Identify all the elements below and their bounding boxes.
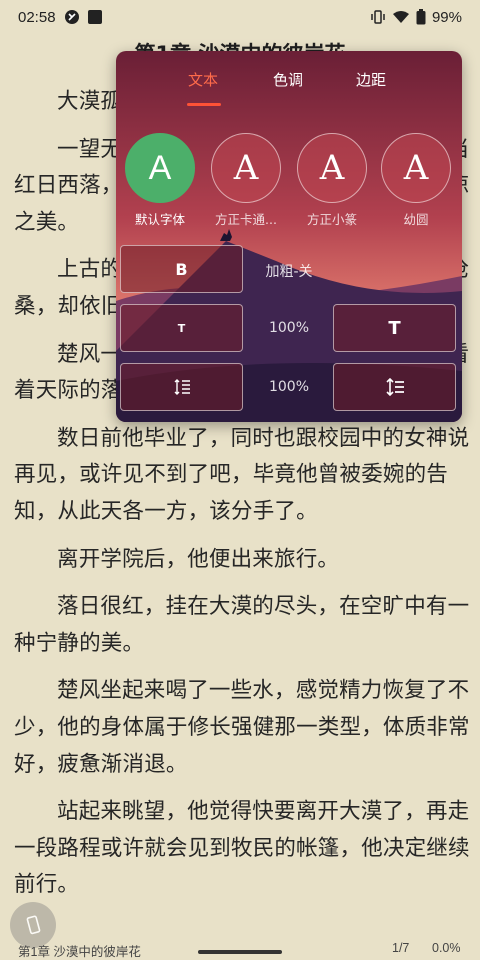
font-preview-seal: A [297, 133, 367, 203]
app-notification-icon [64, 10, 79, 24]
status-time: 02:58 [18, 8, 56, 26]
font-preview-default: A [125, 133, 195, 203]
wifi-icon [392, 11, 409, 23]
paragraph: 站起来眺望，他觉得快要离开大漠了，再走一段路程或许就会见到牧民的帐篷，他决定继续… [14, 799, 470, 898]
increase-line-spacing-button[interactable] [333, 363, 456, 411]
font-option-default[interactable]: A 默认字体 [124, 133, 196, 228]
font-preview-cartoon: A [211, 133, 281, 203]
paragraph: 数日前他毕业了，同时也跟校园中的女神说再见，或许见不到了吧，毕竟他曾被委婉的告知… [14, 425, 470, 524]
footer-chapter: 第1章 沙漠中的彼岸花 [18, 945, 141, 959]
line-spacing-decrease-icon [174, 379, 190, 395]
battery-icon [416, 9, 426, 25]
tab-margin[interactable]: 边距 [356, 69, 386, 90]
decrease-line-spacing-button[interactable] [120, 363, 243, 411]
text-size-value: 100% [268, 320, 310, 336]
paragraph: 落日很红，挂在大漠的尽头，在空旷中有一种宁静的美。 [14, 594, 470, 656]
tab-text[interactable]: 文本 [188, 69, 218, 90]
home-indicator[interactable] [198, 950, 282, 954]
text-settings-panel: 文本 色调 边距 A 默认字体 A 方正卡通... A 方正小篆 A 幼圆 B … [116, 51, 462, 422]
battery-percent: 99% [431, 8, 462, 26]
bold-toggle-button[interactable]: B [120, 245, 243, 293]
font-preview-youyuan: A [381, 133, 451, 203]
panel-tabs: 文本 色调 边距 [116, 67, 462, 107]
paragraph: 楚风坐起来喝了一些水，感觉精力恢复了不少，他的身体属于修长强健那一类型，体质非常… [14, 678, 470, 777]
rotate-phone-icon [26, 915, 41, 935]
status-bar: 02:58 99% [0, 0, 480, 34]
line-spacing-increase-icon [385, 378, 404, 396]
vibrate-icon [371, 10, 385, 24]
font-label: 方正小篆 [306, 212, 357, 227]
decrease-text-size-button[interactable]: T [120, 304, 243, 352]
font-label: 幼圆 [403, 212, 429, 227]
font-option-fangzheng-seal[interactable]: A 方正小篆 [296, 133, 368, 228]
reading-footer: 第1章 沙漠中的彼岸花 1/7 0.0% [0, 936, 480, 960]
bold-status: 加粗-关 [265, 264, 313, 280]
font-option-youyuan[interactable]: A 幼圆 [380, 133, 452, 228]
increase-text-size-button[interactable]: T [333, 304, 456, 352]
line-spacing-value: 100% [268, 379, 310, 395]
font-label: 默认字体 [134, 212, 185, 227]
notification-square-icon [87, 10, 102, 24]
active-tab-indicator [187, 103, 221, 106]
footer-page: 1/7 [392, 941, 410, 955]
font-option-fangzheng-cartoon[interactable]: A 方正卡通... [210, 133, 282, 228]
tab-tone[interactable]: 色调 [273, 69, 303, 90]
paragraph: 离开学院后，他便出来旅行。 [57, 546, 340, 572]
footer-percent: 0.0% [432, 941, 461, 955]
font-label: 方正卡通... [215, 212, 277, 227]
